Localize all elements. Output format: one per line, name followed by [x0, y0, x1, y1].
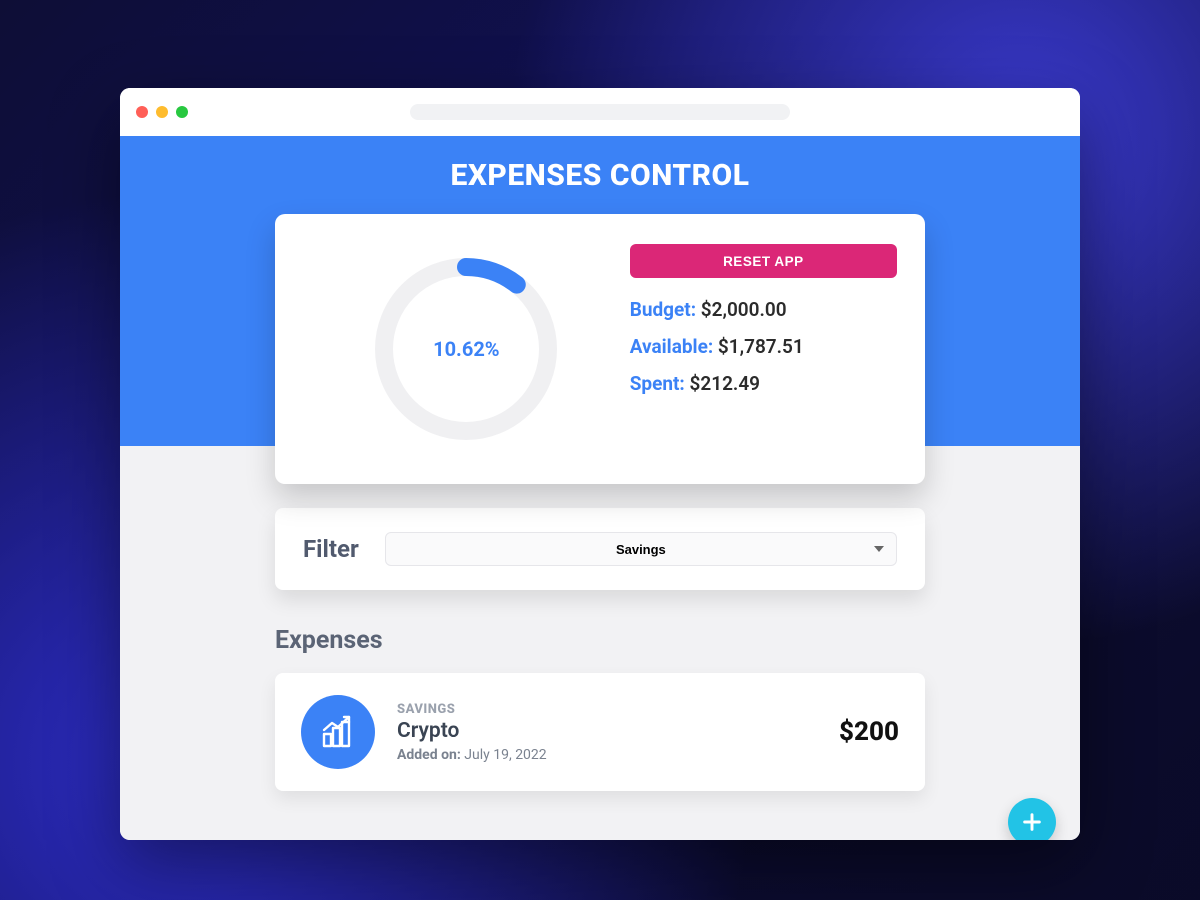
available-value: $1,787.51: [718, 335, 804, 358]
progress-percent-label: 10.62%: [366, 249, 566, 449]
expense-name: Crypto: [397, 719, 817, 743]
page-title: EXPENSES CONTROL: [120, 136, 1080, 193]
progress-gauge-wrap: 10.62%: [303, 238, 630, 460]
spent-row: Spent: $212.49: [630, 372, 897, 395]
app-body: EXPENSES CONTROL 10.62% RESET APP: [120, 136, 1080, 840]
filter-card: Filter Savings: [275, 508, 925, 590]
expense-date: Added on: July 19, 2022: [397, 747, 817, 763]
hero-section: EXPENSES CONTROL 10.62% RESET APP: [120, 136, 1080, 446]
budget-stats: RESET APP Budget: $2,000.00 Available: $…: [630, 238, 897, 460]
available-row: Available: $1,787.51: [630, 335, 897, 358]
budget-value: $2,000.00: [701, 298, 787, 321]
budget-label: Budget:: [630, 298, 696, 321]
expense-amount: $200: [839, 717, 899, 747]
expenses-heading: Expenses: [275, 626, 925, 655]
budget-summary-card: 10.62% RESET APP Budget: $2,000.00 Avail…: [275, 214, 925, 484]
progress-gauge: 10.62%: [366, 249, 566, 449]
expense-date-value: July 19, 2022: [464, 747, 546, 763]
add-expense-button[interactable]: [1008, 798, 1056, 840]
available-label: Available:: [630, 335, 714, 358]
window-controls: [136, 106, 188, 118]
expense-info: SAVINGS Crypto Added on: July 19, 2022: [397, 702, 817, 763]
savings-icon: [301, 695, 375, 769]
close-window-button[interactable]: [136, 106, 148, 118]
minimize-window-button[interactable]: [156, 106, 168, 118]
reset-app-button[interactable]: RESET APP: [630, 244, 897, 278]
spent-value: $212.49: [690, 372, 761, 395]
app-window: EXPENSES CONTROL 10.62% RESET APP: [120, 88, 1080, 840]
filter-select[interactable]: Savings: [385, 532, 897, 566]
content-section: Filter Savings Expenses: [120, 446, 1080, 791]
filter-label: Filter: [303, 535, 359, 563]
plus-icon: [1021, 811, 1043, 833]
expense-category: SAVINGS: [397, 702, 817, 717]
window-titlebar: [120, 88, 1080, 136]
spent-label: Spent:: [630, 372, 685, 395]
budget-row: Budget: $2,000.00: [630, 298, 897, 321]
address-bar[interactable]: [410, 104, 790, 120]
maximize-window-button[interactable]: [176, 106, 188, 118]
expense-date-label: Added on:: [397, 747, 461, 763]
expense-item[interactable]: SAVINGS Crypto Added on: July 19, 2022 $…: [275, 673, 925, 791]
